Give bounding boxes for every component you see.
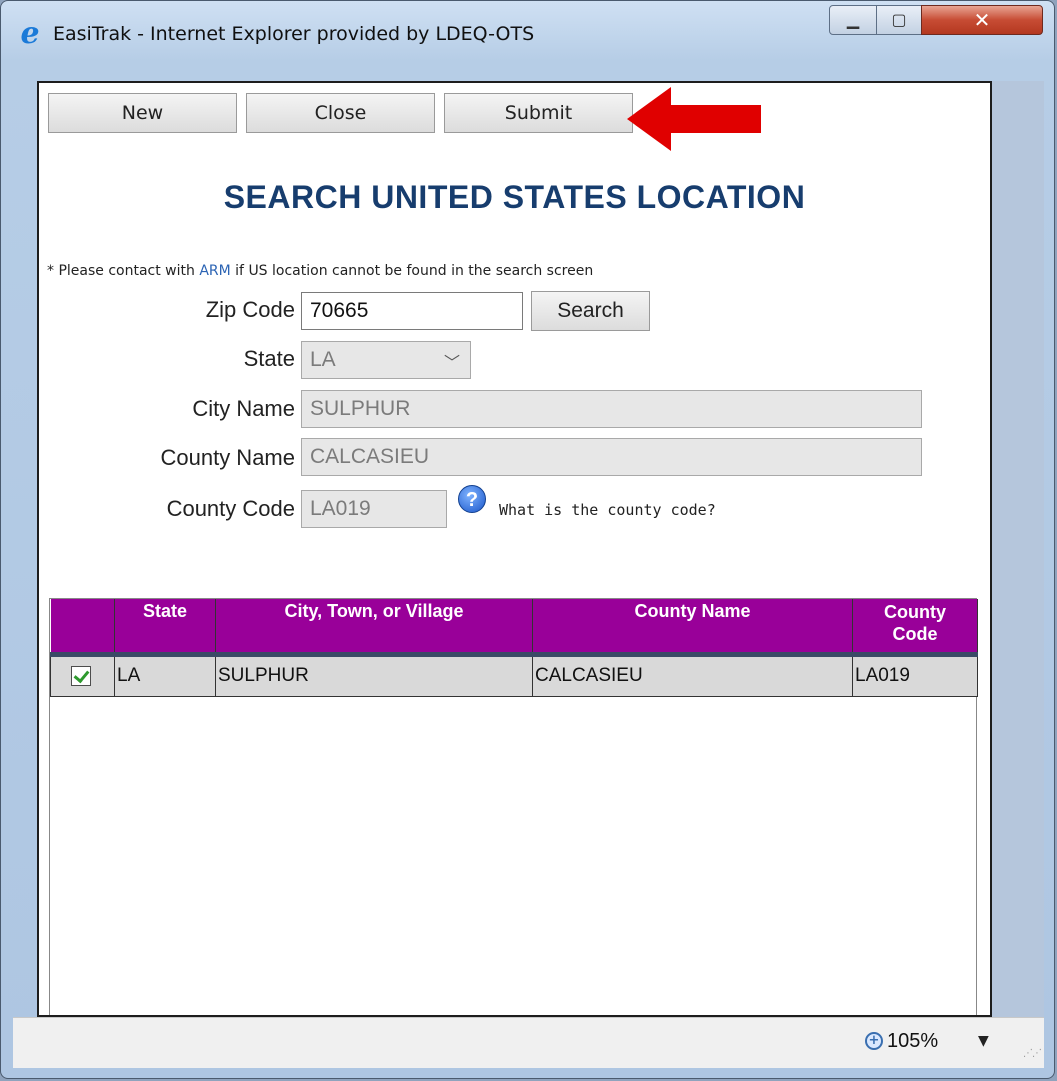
state-label: State: [243, 346, 295, 371]
question-icon[interactable]: ?: [458, 485, 486, 513]
chevron-down-icon: ﹀: [443, 355, 460, 372]
column-header-county-name: County Name: [532, 599, 853, 657]
zoom-level[interactable]: 105%: [887, 1030, 938, 1053]
page-title: SEARCH UNITED STATES LOCATION: [223, 179, 806, 215]
search-button[interactable]: Search: [531, 291, 650, 331]
row-select-cell[interactable]: [50, 653, 115, 697]
results-table: State City, Town, or Village County Name…: [50, 599, 978, 697]
column-header-select: [50, 599, 115, 657]
county-code-help-text[interactable]: What is the county code?: [499, 501, 716, 519]
county-code-label: County Code: [166, 496, 295, 521]
zip-code-input[interactable]: 70665: [301, 292, 523, 330]
close-icon: ✕: [973, 8, 991, 32]
table-header-row: State City, Town, or Village County Name…: [50, 599, 978, 657]
row-checkbox[interactable]: [71, 665, 91, 686]
maximize-icon: ▢: [891, 10, 907, 29]
note-suffix: if US location cannot be found in the se…: [230, 263, 594, 279]
county-name-field: CALCASIEU: [301, 438, 922, 476]
minimize-button[interactable]: ▁: [829, 5, 877, 35]
column-header-county-code: County Code: [852, 599, 978, 657]
city-name-label: City Name: [192, 396, 295, 421]
submit-button[interactable]: Submit: [444, 93, 633, 133]
cell-county-code: LA019: [852, 653, 978, 697]
county-name-label: County Name: [160, 445, 295, 470]
internet-explorer-icon: e: [20, 16, 40, 51]
county-code-field: LA019: [301, 490, 447, 528]
cell-county-name: CALCASIEU: [532, 653, 853, 697]
city-name-field: SULPHUR: [301, 390, 922, 428]
results-grid: State City, Town, or Village County Name…: [49, 598, 978, 1015]
minimize-icon: ▁: [846, 10, 860, 29]
note-prefix: * Please contact with: [47, 263, 200, 279]
browser-window: e EasiTrak - Internet Explorer provided …: [0, 0, 1055, 1079]
red-arrow-annotation-icon: [627, 87, 761, 151]
column-header-state: State: [114, 599, 216, 657]
zoom-dropdown-icon[interactable]: ▼: [978, 1033, 989, 1049]
close-button[interactable]: Close: [246, 93, 435, 133]
cell-city: SULPHUR: [215, 653, 533, 697]
title-bar: e EasiTrak - Internet Explorer provided …: [1, 1, 1054, 65]
status-bar: + 105% ▼ ⋰⋰: [13, 1017, 1044, 1068]
page-content: New Close Submit SEARCH UNITED STATES LO…: [37, 81, 992, 1017]
table-row[interactable]: LA SULPHUR CALCASIEU LA019: [50, 653, 978, 697]
window-title: EasiTrak - Internet Explorer provided by…: [53, 23, 535, 45]
window-frame-right: [992, 81, 1044, 1017]
zip-code-label: Zip Code: [205, 297, 295, 322]
contact-note: * Please contact with ARM if US location…: [47, 263, 593, 279]
resize-grip-icon[interactable]: ⋰⋰: [1023, 1048, 1042, 1059]
state-select[interactable]: LA ﹀: [301, 341, 471, 379]
close-window-button[interactable]: ✕: [921, 5, 1043, 35]
zoom-in-icon[interactable]: +: [865, 1032, 883, 1050]
arm-link[interactable]: ARM: [199, 263, 230, 279]
cell-state: LA: [114, 653, 216, 697]
column-header-city: City, Town, or Village: [215, 599, 533, 657]
maximize-button[interactable]: ▢: [876, 5, 922, 35]
state-value: LA: [310, 348, 336, 371]
new-button[interactable]: New: [48, 93, 237, 133]
